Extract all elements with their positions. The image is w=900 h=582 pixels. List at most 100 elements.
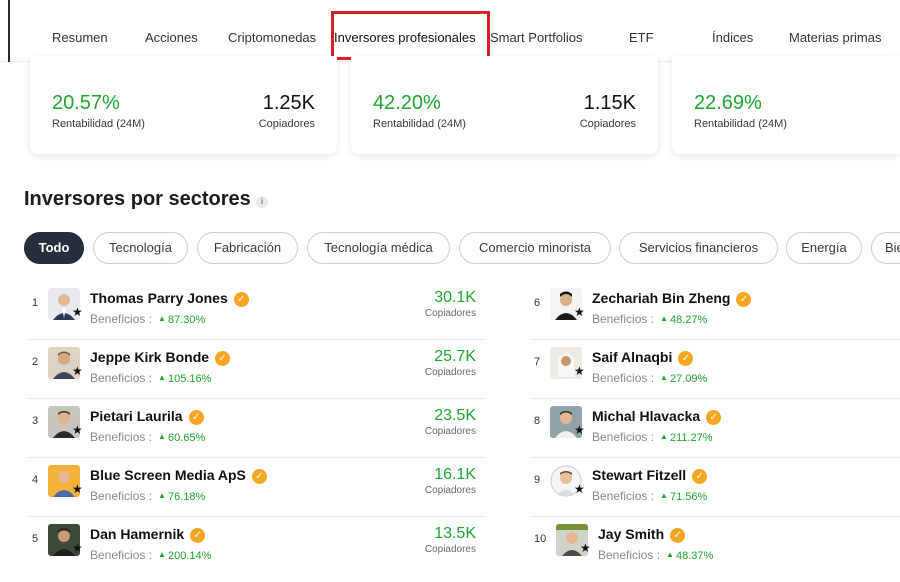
copiers-count: 16.1K	[434, 466, 476, 483]
info-icon[interactable]: i	[256, 196, 268, 208]
investor-benefit: Beneficios : ▲ 87.30%	[90, 312, 206, 326]
tab-resumen[interactable]: Resumen	[52, 30, 108, 45]
card-return-label: Rentabilidad (24M)	[694, 118, 787, 130]
filter-chip-fabricacion[interactable]: Fabricación	[197, 232, 298, 264]
row-divider	[28, 516, 486, 517]
copiers-count: 13.5K	[434, 525, 476, 542]
investor-row[interactable]: 2 ★ Jeppe Kirk Bonde ✓ Beneficios : ▲ 105.1…	[28, 341, 486, 399]
card-return-value: 20.57%	[52, 92, 120, 114]
investor-row[interactable]: 7 ★ Saif Alnaqbi ✓ Beneficios : ▲ 27.09%	[530, 341, 900, 399]
filter-chip-energia[interactable]: Energía	[786, 232, 862, 264]
investor-row[interactable]: 6 ★ Zechariah Bin Zheng ✓ Beneficios : ▲ 48…	[530, 282, 900, 340]
investor-name[interactable]: Pietari Laurila ✓	[90, 408, 204, 425]
investor-row[interactable]: 9 ★ Stewart Fitzell ✓ Beneficios : ▲ 71.56%	[530, 459, 900, 517]
investor-row[interactable]: 3 ★ Pietari Laurila ✓ Beneficios : ▲ 60.65%…	[28, 400, 486, 458]
filter-chip-tecnologia-medica[interactable]: Tecnología médica	[307, 232, 450, 264]
copiers-label: Copiadores	[424, 544, 476, 555]
copiers-label: Copiadores	[424, 308, 476, 319]
investor-row[interactable]: 5 ★ Dan Hamernik ✓ Beneficios : ▲ 200.14% 1…	[28, 518, 478, 576]
arrow-up-icon: ▲	[158, 432, 166, 441]
investor-benefit: Beneficios : ▲ 105.16%	[90, 371, 212, 385]
rank-number: 8	[534, 415, 541, 427]
investor-name[interactable]: Blue Screen Media ApS ✓	[90, 467, 267, 484]
section-title: Inversores por sectores	[24, 188, 251, 210]
investor-row[interactable]: 10 ★ Jay Smith ✓ Beneficios : ▲ 48.37%	[530, 518, 900, 576]
rank-number: 1	[32, 297, 39, 309]
row-divider	[530, 398, 900, 399]
tab-indices[interactable]: Índices	[712, 30, 753, 45]
filter-chip-todo[interactable]: Todo	[24, 232, 84, 264]
verified-badge-icon: ✓	[190, 528, 206, 543]
investor-name[interactable]: Stewart Fitzell ✓	[592, 467, 708, 484]
investor-name[interactable]: Dan Hamernik ✓	[90, 526, 206, 543]
card-copiers-label: Copiadores	[579, 118, 636, 130]
arrow-up-icon: ▲	[660, 314, 668, 323]
investor-name[interactable]: Thomas Parry Jones ✓	[90, 290, 249, 307]
investor-benefit: Beneficios : ▲ 48.37%	[598, 548, 714, 562]
row-divider	[530, 516, 900, 517]
verified-badge-icon: ✓	[692, 469, 708, 484]
rank-number: 5	[32, 533, 39, 545]
verified-badge-icon: ✓	[233, 292, 249, 307]
rank-number: 7	[534, 356, 541, 368]
portfolio-card-1[interactable]: 20.57% Rentabilidad (24M) 1.25K Copiador…	[30, 56, 337, 154]
tab-criptomonedas[interactable]: Criptomonedas	[228, 30, 316, 45]
investor-row[interactable]: 4 ★ Blue Screen Media ApS ✓ Beneficios : ▲…	[28, 459, 486, 517]
rank-number: 4	[32, 474, 39, 486]
filter-chip-tecnologia[interactable]: Tecnología	[93, 232, 188, 264]
arrow-up-icon: ▲	[666, 550, 674, 559]
row-divider	[28, 398, 486, 399]
tab-materias-primas[interactable]: Materias primas	[789, 30, 881, 45]
investor-row[interactable]: 1 ★ Thomas Parry Jones ✓ Beneficios : ▲ 87.…	[28, 282, 486, 340]
verified-badge-icon: ✓	[215, 351, 231, 366]
copiers-label: Copiadores	[424, 426, 476, 437]
filter-chip-servicios-financieros[interactable]: Servicios financieros	[619, 232, 778, 264]
row-divider	[28, 457, 486, 458]
arrow-up-icon: ▲	[158, 314, 166, 323]
verified-badge-icon: ✓	[188, 410, 204, 425]
filter-chip-comercio-minorista[interactable]: Comercio minorista	[459, 232, 611, 264]
star-icon: ★	[574, 482, 585, 496]
portfolio-card-2[interactable]: 42.20% Rentabilidad (24M) 1.15K Copiador…	[351, 56, 658, 154]
investor-benefit: Beneficios : ▲ 48.27%	[592, 312, 708, 326]
verified-badge-icon: ✓	[251, 469, 267, 484]
investor-row[interactable]: 8 ★ Michal Hlavacka ✓ Beneficios : ▲ 211.27…	[530, 400, 900, 458]
filter-chip-bienes[interactable]: Bie	[871, 232, 900, 264]
rank-number: 9	[534, 474, 541, 486]
rank-number: 2	[32, 356, 39, 368]
rank-number: 3	[32, 415, 39, 427]
arrow-up-icon: ▲	[158, 550, 166, 559]
investor-name[interactable]: Michal Hlavacka ✓	[592, 408, 722, 425]
arrow-up-icon: ▲	[660, 491, 668, 500]
card-copiers-label: Copiadores	[258, 118, 315, 130]
star-icon: ★	[72, 305, 83, 319]
investor-name[interactable]: Saif Alnaqbi ✓	[592, 349, 694, 366]
star-icon: ★	[72, 541, 83, 555]
tab-acciones[interactable]: Acciones	[145, 30, 198, 45]
star-icon: ★	[72, 423, 83, 437]
rank-number: 10	[534, 533, 547, 545]
star-icon: ★	[580, 541, 591, 555]
star-icon: ★	[574, 305, 585, 319]
investor-name[interactable]: Jeppe Kirk Bonde ✓	[90, 349, 231, 366]
card-copiers-value: 1.25K	[262, 92, 315, 114]
row-divider	[28, 339, 486, 340]
investor-benefit: Beneficios : ▲ 200.14%	[90, 548, 212, 562]
copiers-count: 30.1K	[434, 289, 476, 306]
investor-name[interactable]: Jay Smith ✓	[598, 526, 686, 543]
copiers-label: Copiadores	[424, 367, 476, 378]
tab-smart-portfolios[interactable]: Smart Portfolios	[490, 30, 582, 45]
star-icon: ★	[574, 364, 585, 378]
portfolio-card-3[interactable]: 22.69% Rentabilidad (24M)	[672, 56, 900, 154]
investor-name[interactable]: Zechariah Bin Zheng ✓	[592, 290, 752, 307]
rank-number: 6	[534, 297, 541, 309]
star-icon: ★	[574, 423, 585, 437]
star-icon: ★	[72, 482, 83, 496]
investor-benefit: Beneficios : ▲ 60.65%	[90, 430, 206, 444]
tab-etf[interactable]: ETF	[629, 30, 654, 45]
card-return-value: 42.20%	[373, 92, 441, 114]
card-return-label: Rentabilidad (24M)	[52, 118, 145, 130]
top-nav: Resumen Acciones Criptomonedas Inversore…	[0, 0, 900, 62]
row-divider	[530, 339, 900, 340]
row-divider	[530, 457, 900, 458]
